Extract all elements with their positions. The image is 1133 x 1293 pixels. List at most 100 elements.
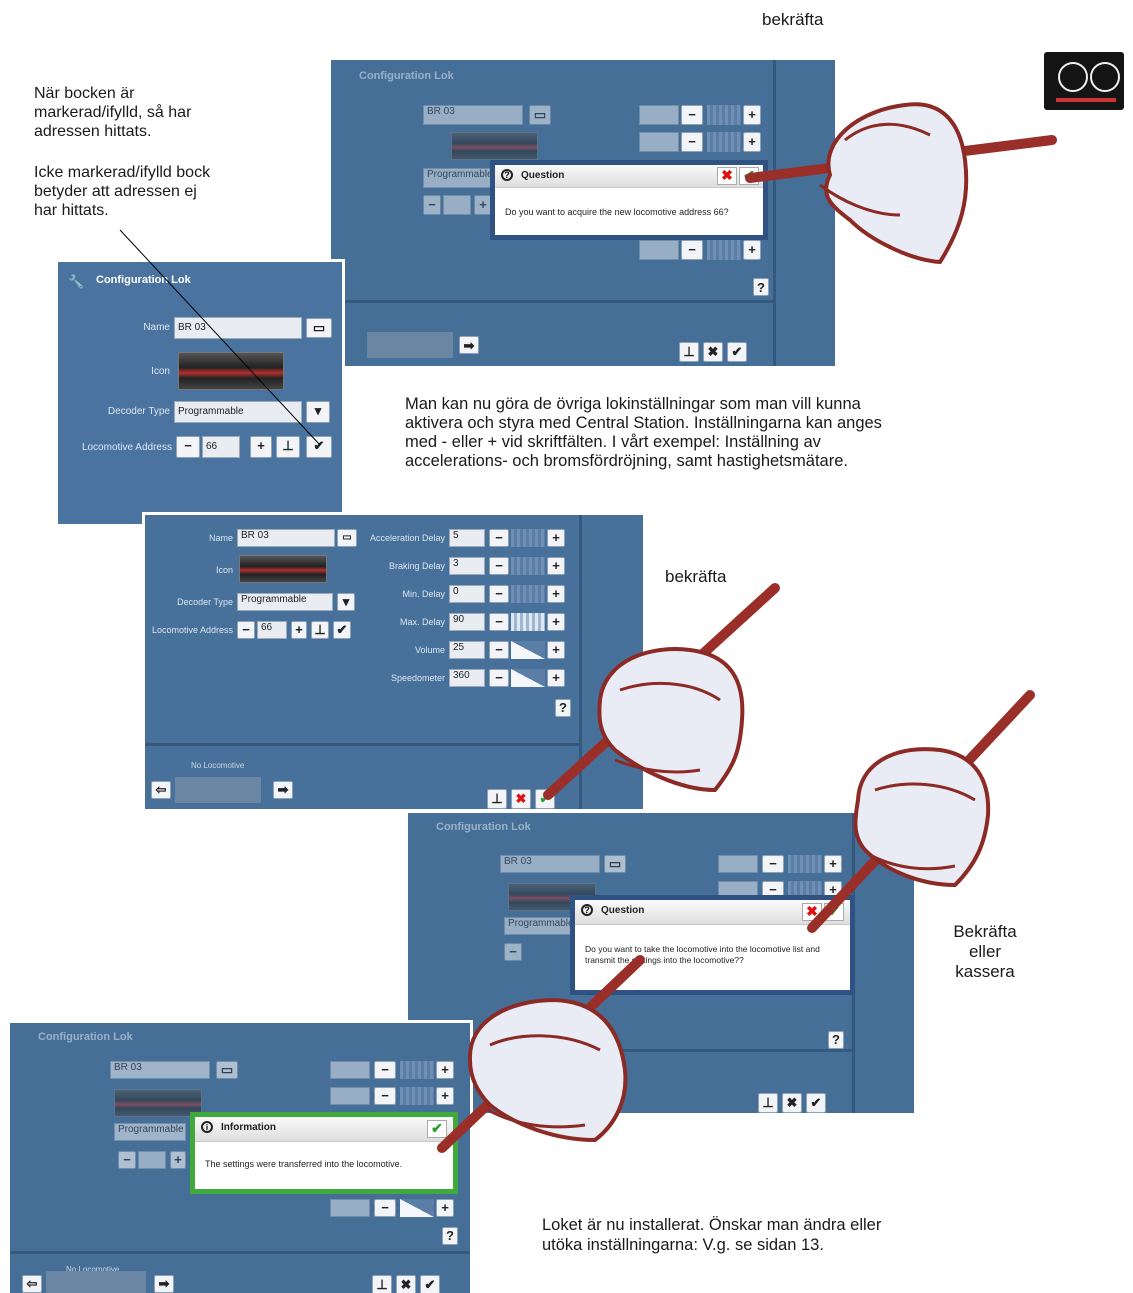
plus-button[interactable]: +: [436, 1087, 454, 1105]
minus-button[interactable]: −: [681, 132, 703, 152]
plus-button[interactable]: +: [170, 1151, 186, 1169]
decoder-type-field[interactable]: Programmable: [174, 401, 302, 423]
accept-button[interactable]: ✔: [739, 167, 759, 185]
minus-button[interactable]: −: [489, 613, 509, 631]
name-field[interactable]: BR 03: [423, 105, 523, 125]
cancel-button[interactable]: ✖: [396, 1275, 416, 1293]
help-button[interactable]: ?: [442, 1227, 458, 1245]
save-button[interactable]: ⊥: [679, 342, 699, 362]
keyboard-icon[interactable]: ▭: [337, 529, 357, 547]
accept-button[interactable]: ✔: [824, 903, 844, 921]
arrow-right-button[interactable]: ➡: [542, 1089, 562, 1107]
plus-button[interactable]: +: [547, 557, 565, 575]
name-field[interactable]: BR 03: [500, 855, 600, 873]
read-address-button[interactable]: ⊥: [311, 621, 329, 639]
plus-button[interactable]: +: [436, 1199, 454, 1217]
minus-button[interactable]: −: [762, 855, 784, 873]
loco-slot-field[interactable]: [46, 1271, 146, 1293]
plus-button[interactable]: +: [824, 855, 842, 873]
minus-button[interactable]: −: [489, 669, 509, 687]
plus-button[interactable]: +: [547, 641, 565, 659]
minus-button[interactable]: −: [489, 529, 509, 547]
brake-field[interactable]: [639, 132, 679, 152]
cancel-button[interactable]: ✖: [703, 342, 723, 362]
plus-button[interactable]: +: [547, 585, 565, 603]
speedo-field[interactable]: [330, 1199, 370, 1217]
brake-field[interactable]: [330, 1087, 370, 1105]
keyboard-icon[interactable]: ▭: [216, 1061, 238, 1079]
address-found-checkbox[interactable]: ✔: [333, 621, 351, 639]
minus-button[interactable]: −: [681, 105, 703, 125]
keyboard-icon[interactable]: ▭: [604, 855, 626, 873]
minus-button[interactable]: −: [489, 585, 509, 603]
minus-button[interactable]: −: [176, 436, 200, 458]
minus-button[interactable]: −: [237, 621, 255, 639]
cancel-button[interactable]: ✖: [511, 789, 531, 809]
help-button[interactable]: ?: [753, 278, 769, 296]
confirm-button[interactable]: ✔: [420, 1275, 440, 1293]
plus-button[interactable]: +: [547, 669, 565, 687]
minus-button[interactable]: −: [118, 1151, 136, 1169]
plus-button[interactable]: +: [291, 621, 307, 639]
accept-button[interactable]: ✔: [427, 1120, 447, 1138]
name-field[interactable]: BR 03: [110, 1061, 210, 1079]
plus-button[interactable]: +: [547, 529, 565, 547]
max-delay-field[interactable]: 90: [449, 613, 485, 631]
save-button[interactable]: ⊥: [487, 789, 507, 809]
minus-button[interactable]: −: [681, 240, 703, 260]
keyboard-icon[interactable]: ▭: [529, 105, 551, 125]
accel-field[interactable]: [330, 1061, 370, 1079]
accel-field[interactable]: 5: [449, 529, 485, 547]
arrow-left-button[interactable]: ⇦: [151, 781, 171, 799]
reject-button[interactable]: ✖: [717, 167, 737, 185]
keyboard-icon[interactable]: ▭: [306, 318, 332, 338]
name-field[interactable]: BR 03: [174, 317, 302, 339]
arrow-right-button[interactable]: ➡: [273, 781, 293, 799]
min-delay-field[interactable]: 0: [449, 585, 485, 603]
accel-field[interactable]: [718, 855, 758, 873]
confirm-button[interactable]: ✔: [727, 342, 747, 362]
reject-button[interactable]: ✖: [802, 903, 822, 921]
confirm-button[interactable]: ✔: [535, 789, 555, 809]
plus-button[interactable]: +: [436, 1061, 454, 1079]
save-button[interactable]: ⊥: [758, 1093, 778, 1113]
minus-button[interactable]: −: [489, 641, 509, 659]
decoder-type-field[interactable]: Programmable: [423, 168, 493, 188]
name-field[interactable]: BR 03: [237, 529, 335, 547]
loco-slot-field[interactable]: [175, 777, 261, 803]
brake-field[interactable]: 3: [449, 557, 485, 575]
minus-button[interactable]: −: [374, 1061, 396, 1079]
minus-button[interactable]: −: [423, 195, 441, 215]
decoder-dropdown-button[interactable]: ▾: [337, 593, 355, 611]
address-field[interactable]: 66: [257, 621, 287, 639]
decoder-dropdown-button[interactable]: ▾: [306, 401, 330, 423]
plus-button[interactable]: +: [743, 132, 761, 152]
minus-button[interactable]: −: [489, 557, 509, 575]
minus-button[interactable]: −: [374, 1087, 396, 1105]
volume-field[interactable]: 25: [449, 641, 485, 659]
help-button[interactable]: ?: [555, 699, 571, 717]
minus-button[interactable]: −: [374, 1199, 396, 1217]
plus-button[interactable]: +: [743, 105, 761, 125]
arrow-left-button[interactable]: ⇦: [22, 1275, 42, 1293]
arrow-right-button[interactable]: ➡: [154, 1275, 174, 1293]
arrow-right-button[interactable]: ➡: [459, 336, 479, 354]
decoder-type-field[interactable]: Programmable: [114, 1123, 186, 1141]
minus-button[interactable]: −: [504, 943, 522, 961]
loco-slot-field[interactable]: [367, 332, 453, 358]
plus-button[interactable]: +: [250, 436, 272, 458]
help-button[interactable]: ?: [828, 1031, 844, 1049]
read-address-button[interactable]: ⊥: [276, 436, 300, 458]
address-field[interactable]: 66: [202, 436, 240, 458]
address-field[interactable]: [138, 1151, 166, 1169]
plus-button[interactable]: +: [743, 240, 761, 260]
decoder-type-field[interactable]: Programmable: [237, 593, 333, 611]
cancel-button[interactable]: ✖: [782, 1093, 802, 1113]
confirm-button[interactable]: ✔: [806, 1093, 826, 1113]
decoder-type-field[interactable]: Programmable: [504, 917, 574, 935]
plus-button[interactable]: +: [547, 613, 565, 631]
speedo-field[interactable]: [639, 240, 679, 260]
address-found-checkbox[interactable]: ✔: [306, 436, 332, 458]
accel-field[interactable]: [639, 105, 679, 125]
speedometer-field[interactable]: 360: [449, 669, 485, 687]
